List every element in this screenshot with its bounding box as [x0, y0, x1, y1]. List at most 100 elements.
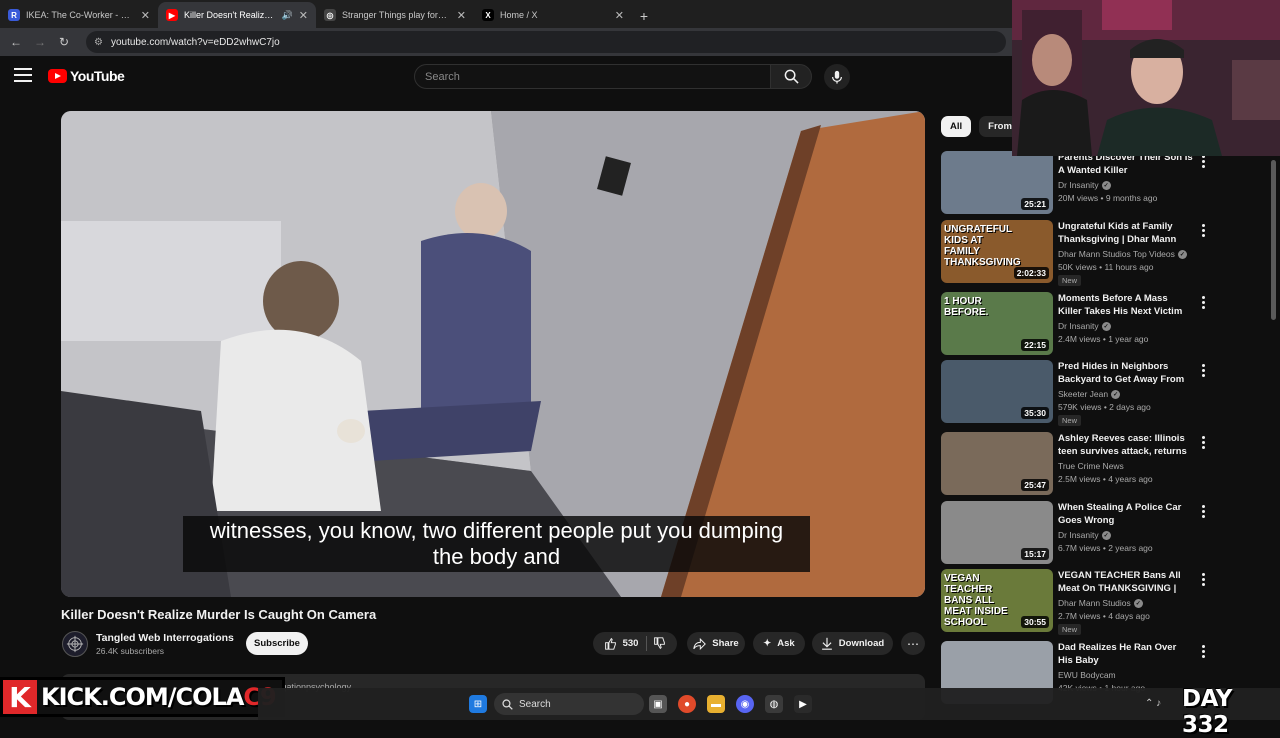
recommendation-card[interactable]: UNGRATEFUL KIDS AT FAMILY THANKSGIVING 2:… — [941, 220, 1213, 286]
recommendation-card[interactable]: 1 HOUR BEFORE. 22:15 Moments Before A Mass… — [941, 292, 1213, 356]
taskbar-search[interactable]: Search — [494, 693, 644, 715]
kick-url: KICK.COM/COLAC9 — [37, 683, 277, 711]
chrome-icon[interactable]: ● — [678, 695, 696, 713]
recommendation-channel[interactable]: Dhar Mann Studios ✓ — [1058, 598, 1143, 608]
scrollbar-thumb[interactable] — [1271, 160, 1276, 320]
browser-tab-stranger-things[interactable]: ◎ Stranger Things play format ✕ — [316, 2, 474, 28]
forward-arrow-icon[interactable]: → — [30, 32, 50, 52]
recommendation-channel[interactable]: Dr Insanity ✓ — [1058, 530, 1111, 540]
verified-check-icon: ✓ — [1111, 389, 1121, 399]
close-tab-icon[interactable]: ✕ — [141, 9, 150, 22]
discord-icon[interactable]: ◉ — [736, 695, 754, 713]
thumbnail-text: UNGRATEFUL KIDS AT FAMILY THANKSGIVING — [944, 224, 1021, 268]
recommendation-title[interactable]: Pred Hides in Neighbors Backyard to Get … — [1058, 360, 1193, 386]
tab-title: Stranger Things play format — [342, 10, 451, 20]
ask-button[interactable]: ✦ Ask — [753, 632, 805, 655]
close-tab-icon[interactable]: ✕ — [299, 9, 308, 22]
recommendation-title[interactable]: Ungrateful Kids at Family Thanksgiving |… — [1058, 220, 1193, 246]
video-thumbnail[interactable]: 35:30 — [941, 360, 1053, 423]
task-view-icon[interactable]: ▣ — [649, 695, 667, 713]
back-arrow-icon[interactable]: ← — [6, 32, 26, 52]
system-tray[interactable]: ⌃ ♪ — [1145, 698, 1161, 709]
subscribe-button[interactable]: Subscribe — [246, 632, 308, 655]
verified-check-icon: ✓ — [1101, 321, 1111, 331]
windows-start-icon[interactable]: ⊞ — [469, 695, 487, 713]
speaker-icon[interactable]: 🔊 — [282, 10, 293, 21]
video-thumbnail[interactable]: 25:21 — [941, 151, 1053, 214]
video-thumbnail[interactable]: UNGRATEFUL KIDS AT FAMILY THANKSGIVING 2:… — [941, 220, 1053, 283]
recommendation-meta: 2.4M views • 1 year ago — [1058, 334, 1149, 344]
browser-tab-roblox[interactable]: R IKEA: The Co-Worker - Roblox ✕ — [0, 2, 158, 28]
duration-badge: 30:55 — [1021, 616, 1049, 628]
recommendation-card[interactable]: 25:47 Ashley Reeves case: Illinois teen s… — [941, 432, 1213, 496]
more-options-icon[interactable] — [1199, 364, 1207, 377]
close-tab-icon[interactable]: ✕ — [615, 9, 624, 22]
recommendation-channel[interactable]: True Crime News — [1058, 461, 1124, 471]
search-input[interactable] — [425, 70, 770, 83]
recommendation-card[interactable]: VEGAN TEACHER BANS ALL MEAT INSIDE SCHOO… — [941, 569, 1213, 635]
close-tab-icon[interactable]: ✕ — [457, 9, 466, 22]
recommendation-meta: 2.7M views • 4 days ago — [1058, 611, 1150, 621]
video-captions: witnesses, you know, two different peopl… — [183, 516, 810, 572]
download-icon — [821, 637, 832, 650]
recommendation-card[interactable]: 15:17 When Stealing A Police Car Goes Wro… — [941, 501, 1213, 565]
voice-search-button[interactable] — [824, 64, 850, 90]
like-dislike-group: 530 — [593, 632, 677, 655]
search-button[interactable] — [770, 64, 812, 89]
video-thumbnail[interactable]: VEGAN TEACHER BANS ALL MEAT INSIDE SCHOO… — [941, 569, 1053, 632]
tab-title: Killer Doesn't Realize Murder Is Caught … — [184, 10, 276, 20]
recommendation-title[interactable]: When Stealing A Police Car Goes Wrong — [1058, 501, 1193, 527]
more-options-icon[interactable] — [1199, 224, 1207, 237]
more-options-icon[interactable] — [1199, 436, 1207, 449]
recommendation-channel[interactable]: Dr Insanity ✓ — [1058, 321, 1111, 331]
new-tab-button[interactable]: + — [632, 4, 656, 28]
recommendation-card[interactable]: 35:30 Pred Hides in Neighbors Backyard to… — [941, 360, 1213, 426]
file-explorer-icon[interactable]: ▬ — [707, 695, 725, 713]
browser-tab-x[interactable]: X Home / X ✕ — [474, 2, 632, 28]
recommendation-channel[interactable]: EWU Bodycam — [1058, 670, 1116, 680]
recommendation-title[interactable]: VEGAN TEACHER Bans All Meat On THANKSGIV… — [1058, 569, 1193, 595]
more-options-icon[interactable] — [1199, 645, 1207, 658]
youtube-logo[interactable]: YouTube — [48, 68, 125, 84]
recommendation-meta: 6.7M views • 2 years ago — [1058, 543, 1153, 553]
search-icon — [784, 69, 799, 84]
like-button[interactable]: 530 — [604, 636, 648, 651]
recommendation-channel[interactable]: Dhar Mann Studios Top Videos ✓ — [1058, 249, 1187, 259]
video-thumbnail[interactable]: 1 HOUR BEFORE. 22:15 — [941, 292, 1053, 355]
menu-icon[interactable] — [14, 68, 32, 82]
video-thumbnail[interactable]: 15:17 — [941, 501, 1053, 564]
recommendation-meta: 2.5M views • 4 years ago — [1058, 474, 1153, 484]
channel-name[interactable]: Tangled Web Interrogations — [96, 632, 234, 644]
more-options-icon[interactable] — [1199, 155, 1207, 168]
thumbs-down-icon[interactable] — [653, 637, 666, 650]
recommendation-title[interactable]: Dad Realizes He Ran Over His Baby — [1058, 641, 1193, 667]
sparkle-icon: ✦ — [763, 638, 772, 649]
more-options-icon[interactable] — [1199, 296, 1207, 309]
app-icon[interactable]: ▶ — [794, 695, 812, 713]
verified-check-icon: ✓ — [1177, 249, 1187, 259]
chatgpt-favicon-icon: ◎ — [324, 9, 336, 21]
recommendation-title[interactable]: Ashley Reeves case: Illinois teen surviv… — [1058, 432, 1193, 458]
recommendation-channel[interactable]: Dr Insanity ✓ — [1058, 180, 1111, 190]
browser-tab-youtube[interactable]: ▶ Killer Doesn't Realize Murder Is Caugh… — [158, 2, 316, 28]
share-button[interactable]: Share — [687, 632, 745, 655]
download-button[interactable]: Download — [812, 632, 893, 655]
address-bar[interactable]: ⚙ youtube.com/watch?v=eDD2whwC7jo — [86, 31, 1006, 53]
reload-icon[interactable]: ↻ — [54, 32, 74, 52]
channel-name: True Crime News — [1058, 461, 1124, 471]
channel-name: EWU Bodycam — [1058, 670, 1116, 680]
video-thumbnail[interactable]: 25:47 — [941, 432, 1053, 495]
site-info-icon[interactable]: ⚙ — [94, 37, 103, 48]
more-options-icon[interactable] — [1199, 505, 1207, 518]
recommendation-channel[interactable]: Skeeter Jean ✓ — [1058, 389, 1121, 399]
recommendation-meta: 579K views • 2 days ago — [1058, 402, 1151, 412]
kick-channel-banner: K KICK.COM/COLAC9 — [0, 677, 285, 717]
recommendation-title[interactable]: Moments Before A Mass Killer Takes His N… — [1058, 292, 1193, 318]
recommendation-card[interactable]: 25:21 Parents Discover Their Son Is A Wan… — [941, 151, 1213, 215]
more-options-icon[interactable] — [1199, 573, 1207, 586]
more-actions-icon[interactable]: ⋯ — [901, 632, 925, 655]
channel-avatar[interactable] — [62, 631, 88, 657]
verified-check-icon: ✓ — [1101, 180, 1111, 190]
obs-icon[interactable]: ◍ — [765, 695, 783, 713]
chip-all[interactable]: All — [941, 116, 972, 137]
